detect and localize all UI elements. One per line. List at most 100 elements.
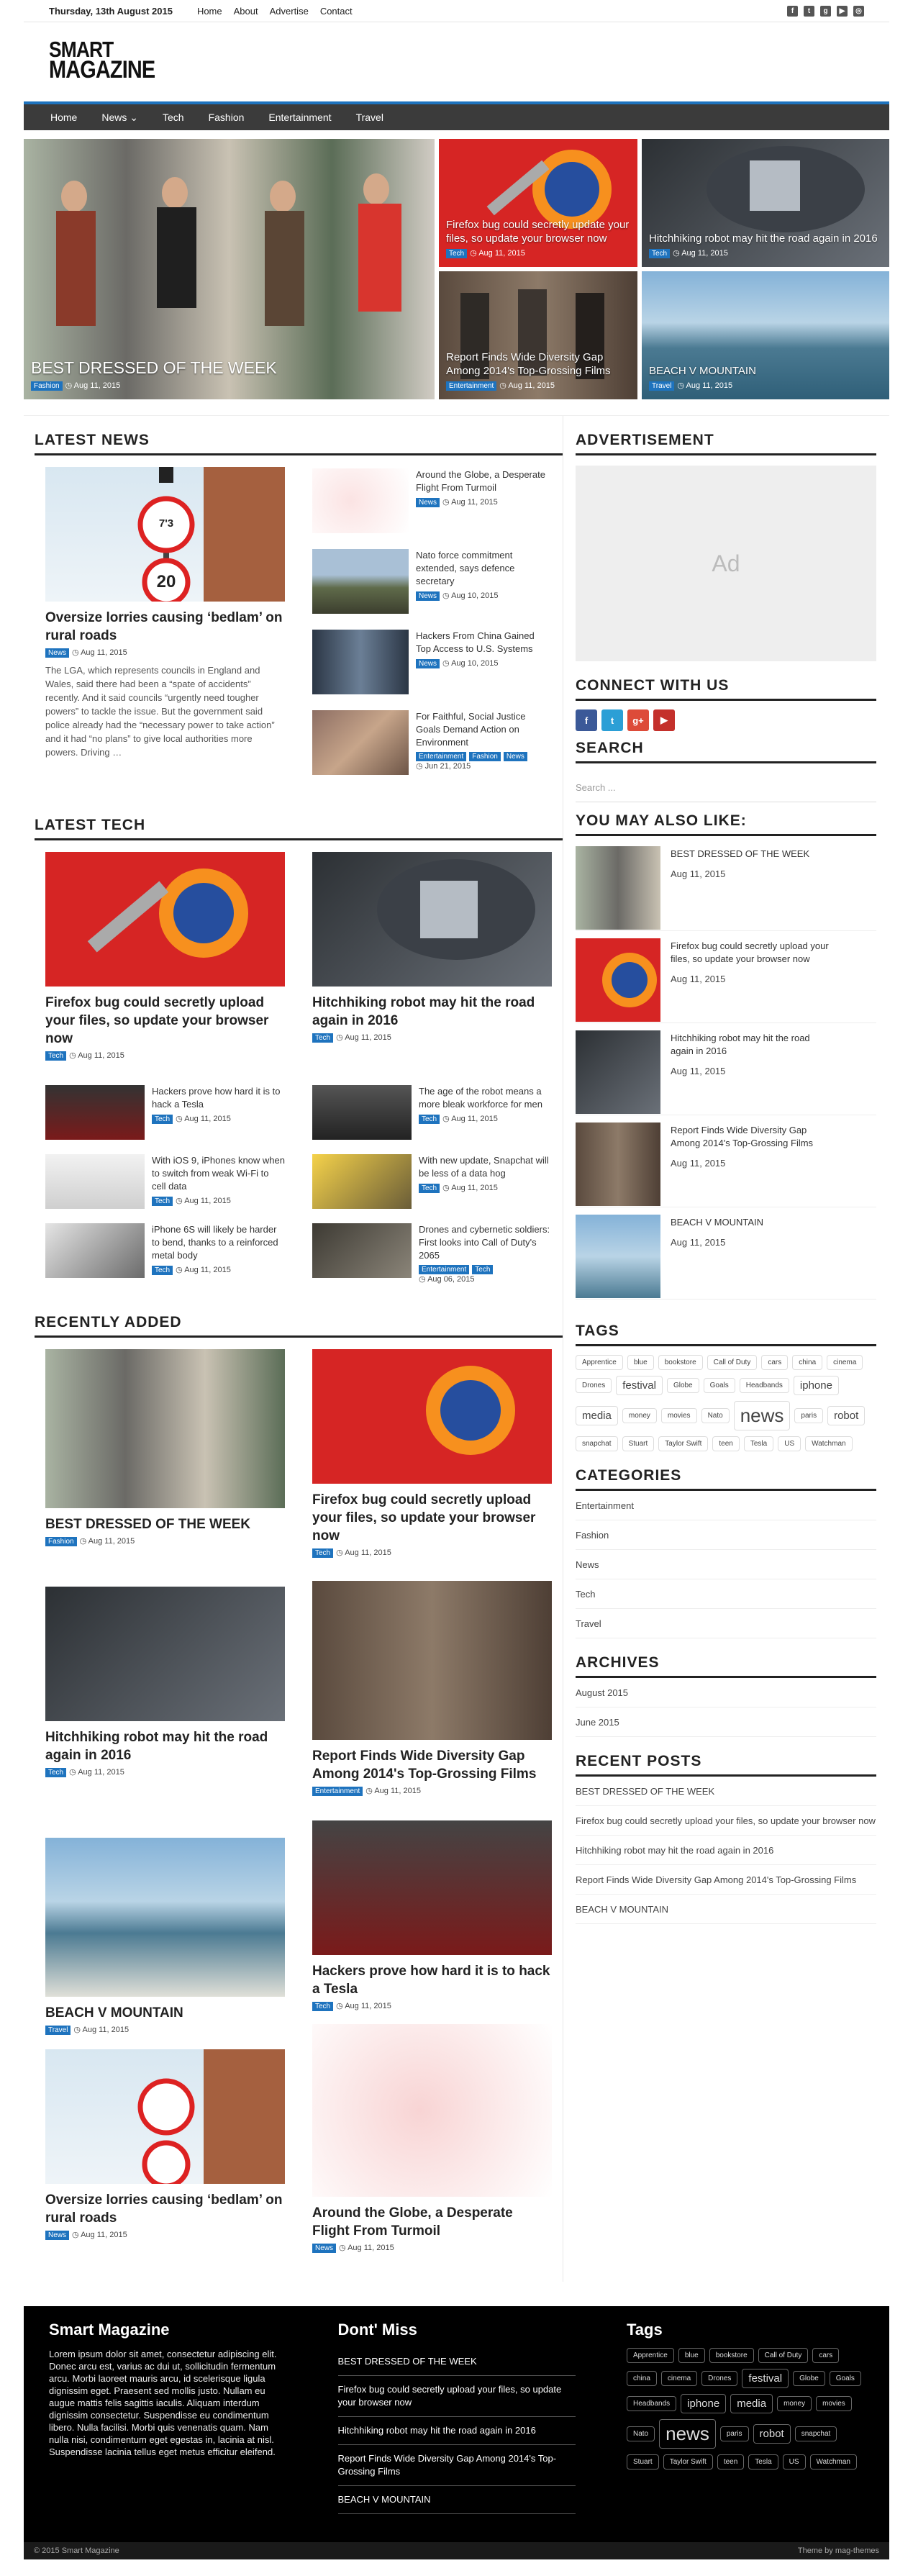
actors-image[interactable]: [312, 1581, 552, 1740]
category-badge[interactable]: Tech: [45, 1051, 67, 1061]
tag-link[interactable]: robot: [753, 2424, 791, 2444]
category-badge[interactable]: Tech: [152, 1266, 173, 1275]
instagram-icon[interactable]: ◎: [853, 5, 864, 17]
post-title[interactable]: Firefox bug could secretly upload your f…: [45, 994, 285, 1048]
footer-link[interactable]: Report Finds Wide Diversity Gap Among 20…: [337, 2445, 576, 2486]
list-item[interactable]: The age of the robot means a more bleak …: [312, 1085, 552, 1140]
recent-post-link[interactable]: Firefox bug could secretly upload your f…: [576, 1806, 876, 1836]
category-badge[interactable]: News: [45, 648, 70, 658]
category-badge[interactable]: Travel: [649, 381, 675, 391]
robot-image[interactable]: [45, 1587, 285, 1721]
youtube-icon[interactable]: ▶: [837, 5, 848, 17]
category-badge[interactable]: News: [312, 2244, 337, 2253]
list-item[interactable]: iPhone 6S will likely be harder to bend,…: [45, 1223, 285, 1278]
post-title[interactable]: Hitchhiking robot may hit the road again…: [671, 1032, 829, 1058]
post-title[interactable]: BEACH V MOUNTAIN: [45, 2004, 285, 2022]
tag-link[interactable]: media: [730, 2394, 773, 2413]
tag-link[interactable]: cars: [812, 2348, 840, 2363]
tag-link[interactable]: cinema: [827, 1355, 863, 1370]
lorry-image[interactable]: [45, 2049, 285, 2184]
tag-link[interactable]: cinema: [660, 2371, 698, 2386]
tag-link[interactable]: china: [627, 2371, 657, 2386]
tag-link[interactable]: Nato: [701, 1408, 730, 1423]
tag-link[interactable]: news: [659, 2419, 716, 2449]
category-link[interactable]: Fashion: [576, 1520, 876, 1550]
recent-post-link[interactable]: Report Finds Wide Diversity Gap Among 20…: [576, 1865, 876, 1895]
category-badge[interactable]: Entertainment: [312, 1787, 363, 1796]
post-title[interactable]: Report Finds Wide Diversity Gap Among 20…: [312, 1747, 552, 1783]
tag-link[interactable]: Apprentice: [627, 2348, 674, 2363]
twitter-icon[interactable]: t: [804, 5, 814, 17]
category-badge[interactable]: News: [45, 2231, 70, 2240]
featured-post-3[interactable]: Hitchhiking robot may hit the road again…: [642, 139, 889, 267]
facebook-icon[interactable]: f: [787, 5, 798, 17]
list-item[interactable]: With iOS 9, iPhones know when to switch …: [45, 1154, 285, 1209]
category-badge[interactable]: News: [416, 659, 440, 668]
featured-post-5[interactable]: BEACH V MOUNTAIN Travel ◷ Aug 11, 2015: [642, 271, 889, 399]
post-title[interactable]: Oversize lorries causing ‘bedlam’ on rur…: [45, 609, 285, 645]
nav-item-fashion[interactable]: Fashion: [196, 104, 257, 130]
tag-link[interactable]: Call of Duty: [707, 1355, 758, 1370]
tag-link[interactable]: robot: [827, 1406, 866, 1425]
tag-link[interactable]: Call of Duty: [758, 2348, 809, 2363]
post-title[interactable]: Report Finds Wide Diversity Gap Among 20…: [671, 1124, 829, 1150]
tag-link[interactable]: US: [782, 2454, 806, 2470]
category-badge[interactable]: Tech: [446, 249, 468, 258]
list-item[interactable]: Hackers From China Gained Top Access to …: [312, 630, 552, 694]
post-title[interactable]: Firefox bug could secretly upload your f…: [671, 940, 829, 966]
category-badge[interactable]: Entertainment: [419, 1265, 470, 1274]
list-item[interactable]: Hitchhiking robot may hit the road again…: [576, 1030, 876, 1115]
category-link[interactable]: Tech: [576, 1579, 876, 1609]
archive-link[interactable]: June 2015: [576, 1707, 876, 1737]
search-input[interactable]: Search ...: [576, 774, 876, 802]
nav-item-travel[interactable]: Travel: [344, 104, 396, 130]
google-plus-icon[interactable]: g: [820, 5, 831, 17]
list-item[interactable]: Nato force commitment extended, says def…: [312, 549, 552, 614]
post-title[interactable]: Around the Globe, a Desperate Flight Fro…: [312, 2204, 552, 2240]
firefox-image[interactable]: [312, 1349, 552, 1484]
nav-item-news[interactable]: News ⌄: [89, 104, 150, 130]
tag-link[interactable]: money: [777, 2396, 812, 2411]
tag-link[interactable]: paris: [719, 2426, 749, 2441]
category-badge[interactable]: Entertainment: [416, 752, 467, 761]
tag-link[interactable]: snapchat: [794, 2426, 837, 2441]
category-badge[interactable]: News: [503, 752, 527, 761]
tag-link[interactable]: Globe: [666, 1378, 699, 1393]
tag-link[interactable]: iphone: [793, 1376, 839, 1395]
tag-link[interactable]: Apprentice: [576, 1355, 623, 1370]
tag-link[interactable]: movies: [660, 1408, 697, 1423]
post-title[interactable]: For Faithful, Social Justice Goals Deman…: [416, 710, 552, 749]
tag-link[interactable]: media: [576, 1406, 618, 1425]
tag-link[interactable]: iphone: [681, 2394, 727, 2413]
post-title[interactable]: Oversize lorries causing ‘bedlam’ on rur…: [45, 2191, 285, 2227]
tag-link[interactable]: teen: [717, 2454, 745, 2470]
post-title[interactable]: With new update, Snapchat will be less o…: [419, 1154, 552, 1180]
tag-link[interactable]: snapchat: [576, 1436, 618, 1451]
category-badge[interactable]: Tech: [45, 1768, 67, 1777]
tag-link[interactable]: Nato: [627, 2426, 655, 2441]
list-item[interactable]: BEST DRESSED OF THE WEEK Aug 11, 2015: [576, 846, 876, 931]
tag-link[interactable]: cars: [761, 1355, 789, 1370]
tag-link[interactable]: blue: [678, 2348, 705, 2363]
featured-post-4[interactable]: Report Finds Wide Diversity Gap Among 20…: [439, 271, 637, 399]
tag-link[interactable]: movies: [816, 2396, 852, 2411]
post-title[interactable]: BEST DRESSED OF THE WEEK: [45, 1515, 285, 1533]
tag-link[interactable]: Tesla: [748, 2454, 778, 2470]
nav-item-tech[interactable]: Tech: [150, 104, 196, 130]
beach-image[interactable]: [45, 1838, 285, 1997]
facebook-icon[interactable]: f: [576, 709, 597, 731]
list-item[interactable]: For Faithful, Social Justice Goals Deman…: [312, 710, 552, 775]
recent-post-link[interactable]: Hitchhiking robot may hit the road again…: [576, 1836, 876, 1865]
footer-link[interactable]: BEST DRESSED OF THE WEEK: [337, 2348, 576, 2376]
post-title[interactable]: Hackers From China Gained Top Access to …: [416, 630, 552, 656]
post-title[interactable]: BEACH V MOUNTAIN: [671, 1216, 829, 1229]
category-badge[interactable]: News: [416, 498, 440, 507]
tag-link[interactable]: Globe: [793, 2371, 825, 2386]
tag-link[interactable]: Drones: [576, 1378, 612, 1393]
tag-link[interactable]: Headbands: [627, 2396, 677, 2411]
footer-link[interactable]: Firefox bug could secretly upload your f…: [337, 2376, 576, 2417]
tag-link[interactable]: US: [778, 1436, 801, 1451]
lorry-image[interactable]: 7'3 20: [45, 467, 285, 602]
category-badge[interactable]: Tech: [152, 1197, 173, 1206]
tag-link[interactable]: festival: [616, 1376, 663, 1395]
